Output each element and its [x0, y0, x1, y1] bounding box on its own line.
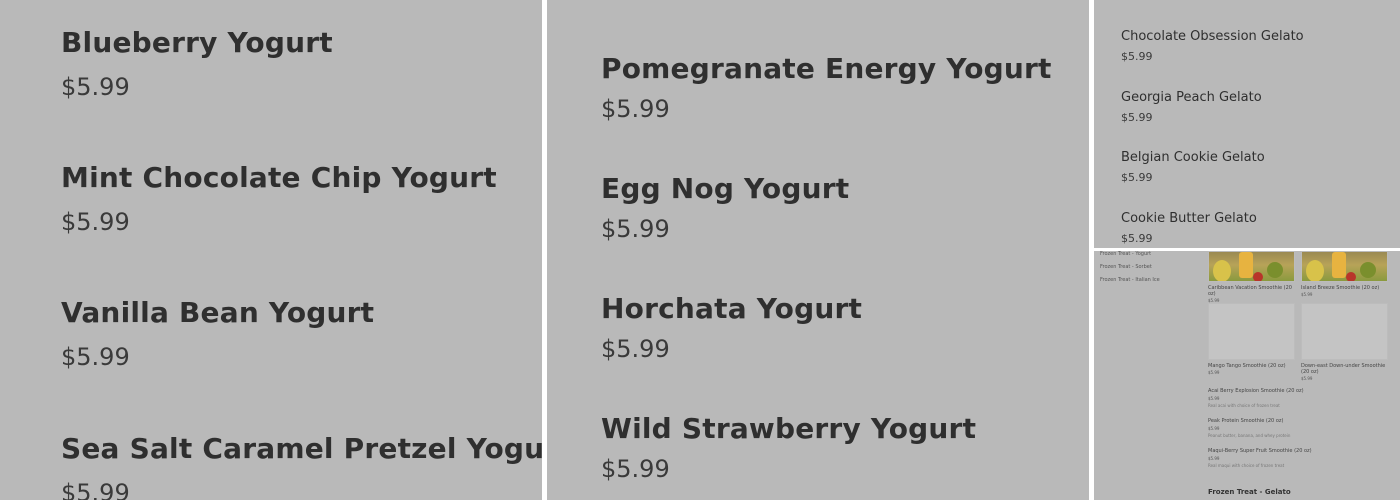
product-name: Maqui-Berry Super Fruit Smoothie (20 oz) [1208, 448, 1312, 454]
product-card[interactable]: Down-east Down-under Smoothie (20 oz) $5… [1301, 303, 1388, 381]
product-name: Down-east Down-under Smoothie (20 oz) [1301, 363, 1386, 375]
product-name: Acai Berry Explosion Smoothie (20 oz) [1208, 388, 1304, 394]
product-image-placeholder [1208, 303, 1295, 360]
product-name: Caribbean Vacation Smoothie (20 oz) [1208, 285, 1292, 297]
menu-item-price: $5.99 [1121, 50, 1153, 63]
menu-panel-yogurt-2: Pomegranate Energy Yogurt $5.99 Egg Nog … [547, 0, 1089, 500]
menu-item-name: Cookie Butter Gelato [1121, 211, 1257, 226]
menu-item-name: Belgian Cookie Gelato [1121, 150, 1265, 165]
menu-item[interactable]: Sea Salt Caramel Pretzel Yogurt $5.99 [61, 432, 542, 500]
product-description: Real acai with choice of frozen treat [1208, 403, 1280, 408]
menu-item-name: Vanilla Bean Yogurt [61, 296, 375, 329]
category-link[interactable]: Frozen Treat - Sorbet [1100, 264, 1160, 277]
menu-item[interactable]: Belgian Cookie Gelato $5.99 [1121, 150, 1265, 184]
menu-item-price: $5.99 [1121, 111, 1153, 124]
menu-item-price: $5.99 [61, 73, 130, 101]
menu-item-price: $5.99 [61, 208, 130, 236]
product-image-placeholder [1301, 303, 1388, 360]
menu-item[interactable]: Blueberry Yogurt $5.99 [61, 26, 333, 101]
product-price: $5.99 [1208, 396, 1220, 401]
product-image [1208, 251, 1295, 282]
menu-item-price: $5.99 [61, 343, 130, 371]
product-name: Island Breeze Smoothie (20 oz) [1301, 285, 1380, 291]
product-price: $5.99 [1208, 426, 1220, 431]
menu-item[interactable]: Pomegranate Energy Yogurt $5.99 [601, 52, 1052, 123]
menu-item[interactable]: Georgia Peach Gelato $5.99 [1121, 90, 1262, 124]
menu-item[interactable]: Horchata Yogurt $5.99 [601, 292, 862, 363]
menu-item-name: Horchata Yogurt [601, 292, 863, 325]
menu-item-price: $5.99 [1121, 171, 1153, 184]
product-card[interactable]: Caribbean Vacation Smoothie (20 oz) $5.9… [1208, 251, 1295, 303]
menu-item[interactable]: Wild Strawberry Yogurt $5.99 [601, 412, 976, 483]
product-price: $5.99 [1301, 376, 1313, 381]
product-card[interactable]: Island Breeze Smoothie (20 oz) $5.99 [1301, 251, 1388, 297]
product-image [1301, 251, 1388, 282]
menu-item[interactable]: Mint Chocolate Chip Yogurt $5.99 [61, 161, 497, 236]
menu-item-name: Mint Chocolate Chip Yogurt [61, 161, 497, 194]
menu-item[interactable]: Egg Nog Yogurt $5.99 [601, 172, 849, 243]
menu-item[interactable]: Cookie Butter Gelato $5.99 [1121, 211, 1257, 245]
product-card[interactable]: Mango Tango Smoothie (20 oz) $5.99 [1208, 303, 1295, 375]
product-name: Mango Tango Smoothie (20 oz) [1208, 363, 1286, 369]
list-item[interactable]: Peak Protein Smoothie (20 oz) $5.99 Pean… [1208, 418, 1398, 438]
menu-item-name: Egg Nog Yogurt [601, 172, 850, 205]
category-nav: Frozen Treat - Yogurt Frozen Treat - Sor… [1100, 251, 1160, 290]
product-name: Peak Protein Smoothie (20 oz) [1208, 418, 1284, 424]
product-description: Peanut butter, banana, and whey protein [1208, 433, 1291, 438]
menu-item-price: $5.99 [601, 455, 670, 483]
menu-item-name: Pomegranate Energy Yogurt [601, 52, 1052, 85]
list-item[interactable]: Acai Berry Explosion Smoothie (20 oz) $5… [1208, 388, 1398, 408]
category-link[interactable]: Frozen Treat - Yogurt [1100, 251, 1160, 264]
product-price: $5.99 [1208, 456, 1220, 461]
menu-item-name: Chocolate Obsession Gelato [1121, 29, 1304, 44]
section-title: Frozen Treat - Gelato [1208, 488, 1291, 496]
menu-item[interactable]: Vanilla Bean Yogurt $5.99 [61, 296, 374, 371]
menu-item-price: $5.99 [601, 335, 670, 363]
menu-item-price: $5.99 [61, 479, 130, 500]
menu-panel-gelato: Chocolate Obsession Gelato $5.99 Georgia… [1094, 0, 1400, 248]
menu-item-name: Sea Salt Caramel Pretzel Yogurt [61, 432, 542, 465]
list-item[interactable]: Maqui-Berry Super Fruit Smoothie (20 oz)… [1208, 448, 1398, 468]
menu-item-price: $5.99 [601, 95, 670, 123]
menu-item[interactable]: Chocolate Obsession Gelato $5.99 [1121, 29, 1304, 63]
menu-item-name: Wild Strawberry Yogurt [601, 412, 977, 445]
menu-item-name: Blueberry Yogurt [61, 26, 333, 59]
menu-panel-smoothies: Frozen Treat - Yogurt Frozen Treat - Sor… [1094, 251, 1400, 500]
product-description: Real maqui with choice of frozen treat [1208, 463, 1285, 468]
menu-item-name: Georgia Peach Gelato [1121, 90, 1262, 105]
product-price: $5.99 [1208, 370, 1220, 375]
menu-item-price: $5.99 [1121, 232, 1153, 245]
category-link[interactable]: Frozen Treat - Italian Ice [1100, 277, 1160, 290]
product-price: $5.99 [1301, 292, 1313, 297]
menu-item-price: $5.99 [601, 215, 670, 243]
menu-panel-yogurt-1: Blueberry Yogurt $5.99 Mint Chocolate Ch… [0, 0, 542, 500]
